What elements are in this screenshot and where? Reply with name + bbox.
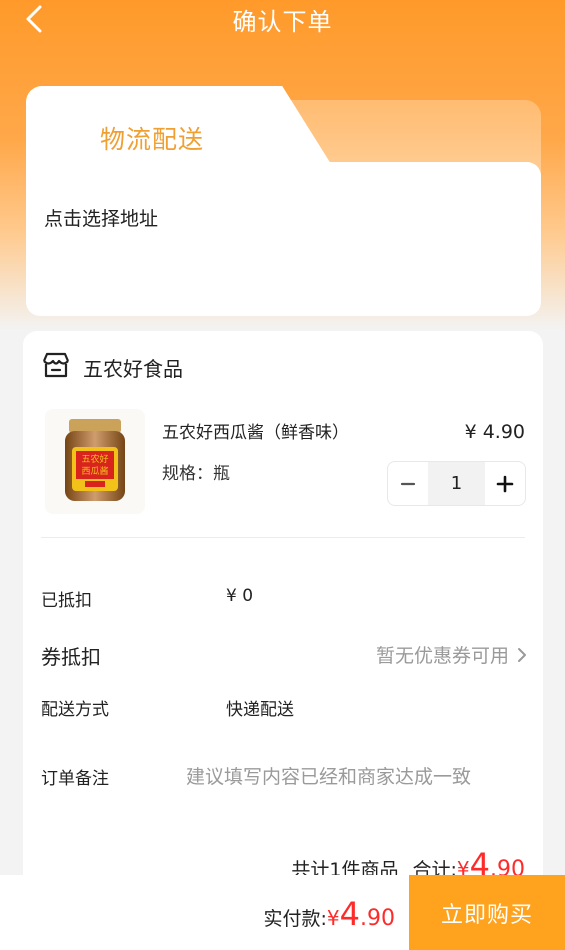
page-title: 确认下单 — [232, 8, 333, 36]
coupon-selector[interactable]: 暂无优惠券可用 — [376, 641, 527, 668]
delivery-card: 物流配送 点击选择地址 — [26, 86, 541, 316]
pay-int: 4 — [339, 895, 360, 933]
pay-summary: 实付款: ¥ 4 .90 — [264, 895, 396, 933]
tab-logistics-label[interactable]: 物流配送 — [100, 120, 204, 156]
order-card: 五农好食品 五农好 西瓜酱 五农好西瓜酱（鲜香味） 规格：瓶 ¥ 4.90 1 … — [23, 331, 543, 950]
quantity-stepper: 1 — [387, 461, 526, 506]
bottom-bar: 实付款: ¥ 4 .90 立即购买 — [0, 875, 565, 950]
remark-input[interactable]: 建议填写内容已经和商家达成一致 — [186, 762, 471, 789]
product-price: ¥ 4.90 — [464, 421, 525, 443]
decrease-quantity-button[interactable] — [388, 462, 428, 505]
pay-label: 实付款: — [263, 908, 327, 930]
product-spec: 规格：瓶 — [162, 464, 230, 484]
increase-quantity-button[interactable] — [485, 462, 525, 505]
plus-icon — [496, 475, 514, 492]
store-icon — [42, 352, 70, 378]
product-image: 五农好 西瓜酱 — [45, 409, 145, 514]
delivery-card-body — [26, 162, 541, 316]
svg-text:西瓜酱: 西瓜酱 — [81, 465, 108, 477]
header-bar: 确认下单 — [0, 0, 565, 40]
deducted-value: ¥ 0 — [226, 586, 254, 606]
shipping-value[interactable]: 快递配送 — [226, 695, 294, 720]
chevron-right-icon — [518, 647, 526, 662]
shipping-label: 配送方式 — [41, 700, 109, 720]
deducted-label: 已抵扣 — [41, 591, 92, 611]
buy-now-button[interactable]: 立即购买 — [409, 875, 565, 950]
quantity-value[interactable]: 1 — [428, 462, 485, 505]
select-address-link[interactable]: 点击选择地址 — [44, 204, 158, 231]
shop-name[interactable]: 五农好食品 — [83, 353, 183, 382]
pay-dec: .90 — [360, 906, 395, 931]
coupon-label: 券抵扣 — [41, 645, 101, 669]
product-name[interactable]: 五农好西瓜酱（鲜香味） — [162, 418, 349, 443]
remark-label: 订单备注 — [41, 769, 109, 789]
svg-text:五农好: 五农好 — [81, 453, 108, 465]
coupon-value: 暂无优惠券可用 — [375, 645, 509, 667]
divider — [41, 537, 525, 538]
pay-currency: ¥ — [326, 906, 340, 930]
minus-icon — [401, 482, 416, 485]
